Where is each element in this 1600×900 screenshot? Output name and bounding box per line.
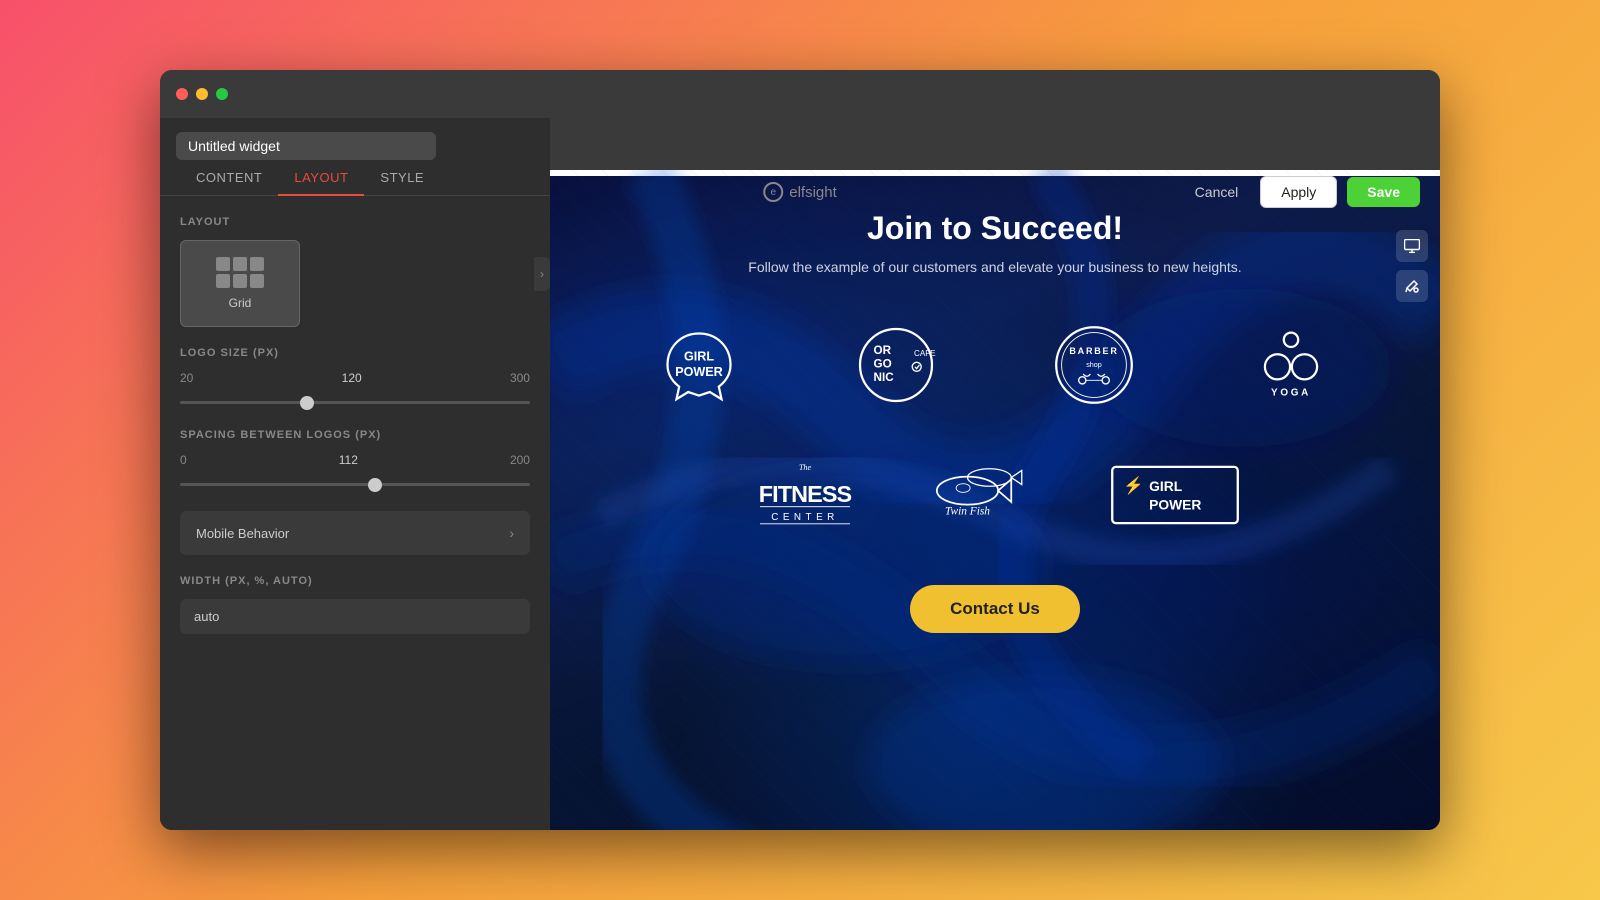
logo-yoga: YOGA	[1208, 315, 1376, 415]
spacing-range-labels: 0 112 200	[180, 453, 530, 467]
svg-text:BARBER: BARBER	[1069, 346, 1118, 356]
elfsight-logo: e elfsight	[763, 166, 837, 218]
spacing-label: SPACING BETWEEN LOGOS (PX)	[180, 429, 530, 441]
grid-icon	[216, 257, 264, 288]
svg-text:GIRL: GIRL	[1149, 478, 1183, 494]
titlebar	[160, 70, 1440, 118]
mobile-behavior-chevron: ›	[509, 525, 514, 541]
svg-text:shop: shop	[1086, 360, 1102, 369]
yoga-svg: YOGA	[1246, 320, 1336, 410]
elfsight-label: elfsight	[789, 184, 837, 201]
logo-size-current: 120	[342, 371, 362, 385]
maximize-button[interactable]	[216, 88, 228, 100]
tab-style[interactable]: STYLE	[364, 160, 440, 195]
spacing-slider[interactable]	[180, 483, 530, 486]
svg-text:Twin Fish: Twin Fish	[945, 505, 990, 517]
twin-fish-svg: Twin Fish	[920, 460, 1050, 530]
svg-text:GIRL: GIRL	[684, 350, 714, 364]
logo-fitness-center: The FITNESS CENTER	[750, 445, 860, 545]
logo-twin-fish: Twin Fish	[920, 445, 1050, 545]
logo-organic-cafe: OR GO NIC CAFE	[813, 315, 981, 415]
sidebar: Untitled widget CONTENT LAYOUT STYLE LAY…	[160, 118, 550, 830]
spacing-section: SPACING BETWEEN LOGOS (PX) 0 112 200	[180, 429, 530, 491]
tab-content[interactable]: CONTENT	[180, 160, 278, 195]
layout-option-grid[interactable]: Grid	[180, 240, 300, 327]
logo-girl-power: GIRL POWER	[615, 315, 783, 415]
svg-text:The: The	[799, 463, 812, 472]
preview-subtitle: Follow the example of our customers and …	[748, 259, 1241, 275]
preview-content: Join to Succeed! Follow the example of o…	[550, 170, 1440, 673]
preview-toolbar	[1396, 230, 1428, 302]
desktop-view-icon[interactable]	[1396, 230, 1428, 262]
mobile-behavior-row[interactable]: Mobile Behavior ›	[180, 511, 530, 555]
app-window: Untitled widget CONTENT LAYOUT STYLE LAY…	[160, 70, 1440, 830]
logos-grid-row1: GIRL POWER OR GO NIC CAFE	[615, 315, 1375, 415]
cancel-button[interactable]: Cancel	[1183, 178, 1251, 206]
paint-icon[interactable]	[1396, 270, 1428, 302]
svg-text:FITNESS: FITNESS	[759, 481, 852, 507]
spacing-max: 200	[510, 453, 530, 467]
preview-pane: Join to Succeed! Follow the example of o…	[550, 170, 1440, 830]
tabs-bar: CONTENT LAYOUT STYLE	[160, 160, 550, 196]
tab-layout[interactable]: LAYOUT	[278, 160, 364, 195]
logo-girl-power-badge: ⚡ GIRL POWER	[1110, 445, 1240, 545]
spacing-min: 0	[180, 453, 187, 467]
header-actions: Cancel Apply Save	[1183, 166, 1420, 218]
logo-size-label: LOGO SIZE (PX)	[180, 347, 530, 359]
svg-text:CENTER: CENTER	[771, 512, 839, 523]
logo-size-min: 20	[180, 371, 193, 385]
widget-title-input[interactable]: Untitled widget	[176, 132, 436, 160]
svg-text:CAFE: CAFE	[914, 349, 936, 358]
minimize-button[interactable]	[196, 88, 208, 100]
contact-button[interactable]: Contact Us	[910, 585, 1080, 633]
save-button[interactable]: Save	[1347, 177, 1420, 207]
logo-size-range-labels: 20 120 300	[180, 371, 530, 385]
layout-label: LAYOUT	[180, 216, 530, 228]
logo-size-max: 300	[510, 371, 530, 385]
logo-size-section: LOGO SIZE (PX) 20 120 300	[180, 347, 530, 409]
girl-power-badge-svg: ⚡ GIRL POWER	[1110, 465, 1240, 525]
layout-option-grid-label: Grid	[229, 296, 252, 310]
svg-text:OR: OR	[874, 344, 892, 357]
width-input[interactable]: auto	[180, 599, 530, 634]
width-section: WIDTH (PX, %, AUTO) auto	[180, 575, 530, 634]
barber-shop-svg: BARBER shop	[1049, 320, 1139, 410]
logos-grid-row2: The FITNESS CENTER	[750, 445, 1240, 545]
svg-text:⚡: ⚡	[1123, 475, 1144, 496]
svg-text:GO: GO	[874, 358, 892, 371]
preview-header	[550, 118, 1440, 170]
girl-power-svg: GIRL POWER	[654, 320, 744, 410]
sidebar-body: LAYOUT Grid ›	[160, 196, 550, 830]
layout-section: LAYOUT Grid ›	[180, 216, 530, 327]
svg-text:NIC: NIC	[874, 371, 895, 384]
mobile-behavior-label: Mobile Behavior	[196, 526, 289, 541]
width-label: WIDTH (PX, %, AUTO)	[180, 575, 530, 587]
close-button[interactable]	[176, 88, 188, 100]
logo-barber-shop: BARBER shop	[1010, 315, 1178, 415]
svg-text:POWER: POWER	[1149, 496, 1201, 512]
logo-size-slider[interactable]	[180, 401, 530, 404]
layout-expand-btn[interactable]: ›	[534, 257, 550, 291]
preview-title: Join to Succeed!	[867, 210, 1123, 247]
svg-text:YOGA: YOGA	[1271, 388, 1311, 399]
elfsight-icon: e	[763, 182, 783, 202]
apply-button[interactable]: Apply	[1260, 176, 1337, 208]
layout-options: Grid	[180, 240, 530, 327]
spacing-current: 112	[339, 453, 358, 467]
fitness-center-svg: The FITNESS CENTER	[750, 450, 860, 540]
svg-text:POWER: POWER	[675, 365, 723, 379]
organic-cafe-svg: OR GO NIC CAFE	[851, 320, 941, 410]
preview-background: Join to Succeed! Follow the example of o…	[550, 170, 1440, 830]
